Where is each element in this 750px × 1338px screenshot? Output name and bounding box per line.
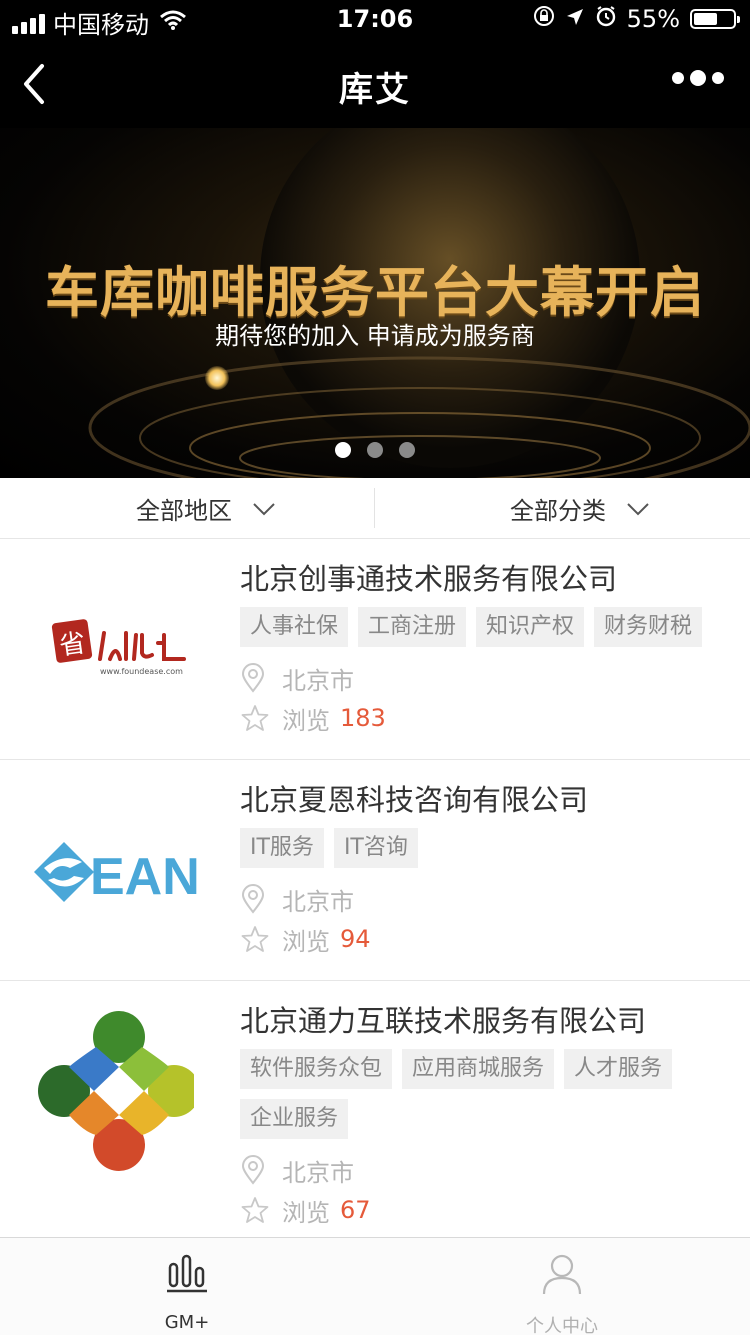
tag-list: 人事社保 工商注册 知识产权 财务财税 [240, 607, 730, 647]
views-count: 94 [340, 925, 371, 953]
list-item[interactable]: 北京通力互联技术服务有限公司 软件服务众包 应用商城服务 人才服务 企业服务 北… [0, 981, 750, 1237]
views-row: 浏览 94 [240, 920, 730, 958]
tag: IT咨询 [333, 828, 418, 868]
promo-banner[interactable]: 车库咖啡服务平台大幕开启 期待您的加入 申请成为服务商 [0, 128, 750, 478]
views-row: 浏览 183 [240, 699, 730, 737]
tag-list: 软件服务众包 应用商城服务 人才服务 企业服务 [240, 1049, 730, 1139]
star-icon [240, 704, 270, 732]
views-label: 浏览 [282, 927, 330, 956]
tag: 应用商城服务 [402, 1049, 555, 1089]
tag: 人才服务 [564, 1049, 673, 1089]
category-filter[interactable]: 全部分类 [510, 478, 650, 538]
location-row: 北京市 [240, 659, 730, 697]
tag-list: IT服务 IT咨询 [240, 828, 730, 868]
views-label: 浏览 [282, 706, 330, 735]
status-bar: 中国移动 17:06 55% [0, 0, 750, 40]
person-icon [541, 1252, 583, 1300]
foundease-logo: 省 www.foundease.com [24, 613, 214, 687]
carousel-dot-3[interactable] [399, 442, 415, 458]
alarm-icon [595, 5, 617, 33]
location-pin-icon [240, 1155, 270, 1185]
svg-text:省: 省 [58, 628, 88, 661]
city-label: 北京市 [282, 666, 354, 695]
location-row: 北京市 [240, 880, 730, 918]
logo-caption: EAN [90, 848, 200, 906]
tag: 财务财税 [594, 607, 703, 647]
tag: 人事社保 [240, 607, 349, 647]
chevron-down-icon [252, 494, 276, 522]
city-label: 北京市 [282, 1158, 354, 1187]
star-icon [240, 925, 270, 953]
page-title: 库艾 [339, 70, 411, 110]
more-dots-icon[interactable] [672, 70, 724, 86]
tag: 工商注册 [358, 607, 467, 647]
company-name[interactable]: 北京夏恩科技咨询有限公司 [240, 780, 730, 820]
location-row: 北京市 [240, 1151, 730, 1189]
tab-personal-center[interactable]: 个人中心 [487, 1238, 637, 1337]
tag: 知识产权 [476, 607, 585, 647]
list-item[interactable]: 省 www.foundease.com 北京创事通技术服务有限公司 人事社保 工… [0, 539, 750, 760]
list-item[interactable]: EAN 北京夏恩科技咨询有限公司 IT服务 IT咨询 北京市 浏览 94 [0, 760, 750, 981]
star-icon [240, 1196, 270, 1224]
location-icon [565, 5, 585, 33]
region-filter-label: 全部地区 [136, 496, 232, 525]
category-filter-label: 全部分类 [510, 496, 606, 525]
chevron-down-icon [626, 494, 650, 522]
battery-icon [690, 9, 740, 29]
filter-divider [374, 488, 375, 528]
light-flare [205, 366, 229, 390]
sean-logo: EAN [24, 838, 214, 912]
region-filter[interactable]: 全部地区 [136, 478, 276, 538]
bars-icon [166, 1252, 208, 1298]
tag: 企业服务 [240, 1099, 349, 1139]
location-pin-icon [240, 884, 270, 914]
views-count: 183 [340, 704, 386, 732]
company-name[interactable]: 北京创事通技术服务有限公司 [240, 559, 730, 599]
tag: IT服务 [240, 828, 324, 868]
carousel-dot-1[interactable] [335, 442, 351, 458]
views-row: 浏览 67 [240, 1191, 730, 1229]
colorful-circles-logo [24, 1007, 214, 1181]
tag: 软件服务众包 [240, 1049, 393, 1089]
logo-caption: www.foundease.com [100, 667, 183, 676]
carousel-dot-2[interactable] [367, 442, 383, 458]
carousel-dots [0, 442, 750, 458]
views-label: 浏览 [282, 1198, 330, 1227]
company-name[interactable]: 北京通力互联技术服务有限公司 [240, 1001, 730, 1041]
tab-label: 个人中心 [526, 1316, 598, 1337]
battery-percent: 55% [626, 5, 680, 33]
location-pin-icon [240, 663, 270, 693]
rotation-lock-icon [533, 5, 555, 33]
nav-bar: 库艾 [0, 40, 750, 128]
views-count: 67 [340, 1196, 371, 1224]
tab-label: GM+ [164, 1312, 210, 1333]
company-list: 省 www.foundease.com 北京创事通技术服务有限公司 人事社保 工… [0, 539, 750, 1237]
banner-subtitle: 期待您的加入 申请成为服务商 [215, 322, 535, 350]
tab-gm[interactable]: GM+ [112, 1238, 262, 1335]
filter-bar: 全部地区 全部分类 [0, 478, 750, 539]
city-label: 北京市 [282, 887, 354, 916]
tab-bar: GM+ 个人中心 [0, 1237, 750, 1337]
